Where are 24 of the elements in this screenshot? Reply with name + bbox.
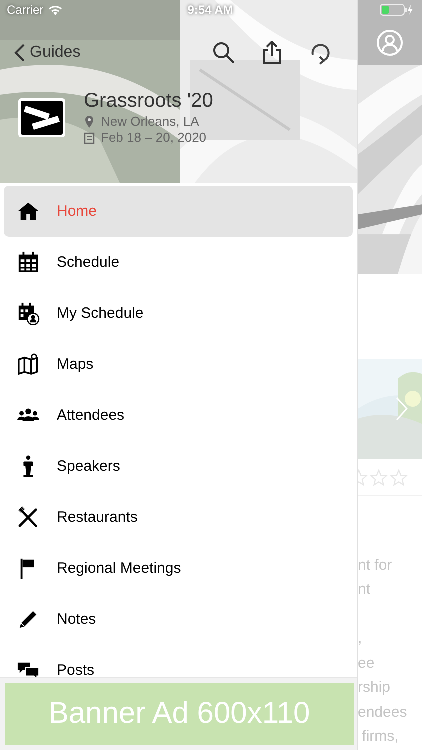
menu-item[interactable]: Regional Meetings [4, 543, 353, 594]
menu-item[interactable]: Schedule [4, 237, 353, 288]
calendar-icon [17, 251, 40, 274]
description-text: , [358, 629, 364, 650]
fork-knife-icon [17, 506, 40, 529]
menu-item[interactable]: Notes [4, 594, 353, 645]
star-icon [390, 469, 408, 488]
description-text: ee [358, 654, 376, 674]
menu-item[interactable]: Speakers [4, 441, 353, 492]
map-icon [17, 353, 40, 376]
description-text: endees [358, 702, 408, 723]
menu-item[interactable]: Maps [4, 339, 353, 390]
description-text: firms, [361, 727, 400, 748]
menu-item[interactable]: My Schedule [4, 288, 353, 339]
battery-charging-icon [380, 4, 414, 16]
calendar-person-icon [17, 302, 40, 325]
description-text: nt for [358, 556, 394, 576]
menu-item[interactable]: Restaurants [4, 492, 353, 543]
description-text: nt [358, 580, 372, 600]
menu-item[interactable]: Posts [4, 645, 353, 677]
description-text: rship [358, 678, 392, 698]
star-icon [370, 469, 388, 488]
home-icon [17, 200, 40, 223]
menu-item[interactable]: Attendees [4, 390, 353, 441]
